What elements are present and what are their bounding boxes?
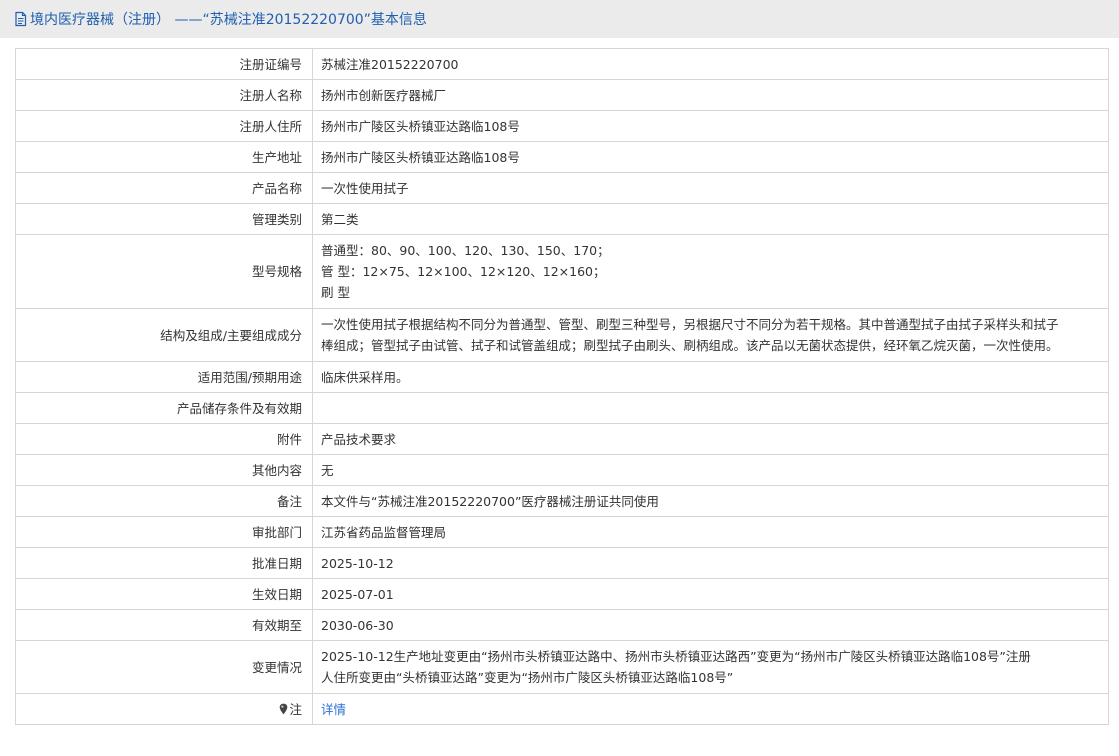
table-row: 产品名称 一次性使用拭子: [15, 172, 1109, 204]
row-value: 无: [312, 454, 1109, 486]
page-title: 境内医疗器械（注册） ——“苏械注准20152220700”基本信息: [30, 12, 427, 28]
info-table-container: 注册证编号 苏械注准20152220700 注册人名称 扬州市创新医疗器械厂 注…: [15, 48, 1109, 725]
table-row: 管理类别 第二类: [15, 203, 1109, 235]
row-label: 批准日期: [15, 547, 313, 579]
row-label: 结构及组成/主要组成成分: [15, 308, 313, 362]
row-value: 扬州市广陵区头桥镇亚达路临108号: [312, 110, 1109, 142]
row-value: 江苏省药品监督管理局: [312, 516, 1109, 548]
table-row: 批准日期 2025-10-12: [15, 547, 1109, 579]
row-value: 产品技术要求: [312, 423, 1109, 455]
row-label: 备注: [15, 485, 313, 517]
table-row: 注 详情: [15, 693, 1109, 725]
table-row: 注册证编号 苏械注准20152220700: [15, 48, 1109, 80]
row-value: 2025-07-01: [312, 578, 1109, 610]
row-value: 苏械注准20152220700: [312, 48, 1109, 80]
row-value: 扬州市创新医疗器械厂: [312, 79, 1109, 111]
table-row: 有效期至 2030-06-30: [15, 609, 1109, 641]
document-icon: [14, 11, 28, 27]
table-row: 型号规格 普通型：80、90、100、120、130、150、170； 管 型：…: [15, 234, 1109, 309]
spec-line: 普通型：80、90、100、120、130、150、170；: [321, 243, 610, 258]
table-row: 生产地址 扬州市广陵区头桥镇亚达路临108号: [15, 141, 1109, 173]
row-label: 注册人住所: [15, 110, 313, 142]
row-label: 适用范围/预期用途: [15, 361, 313, 393]
row-label: 产品储存条件及有效期: [15, 392, 313, 424]
row-label: 生效日期: [15, 578, 313, 610]
row-value: [312, 392, 1109, 424]
table-row: 注册人名称 扬州市创新医疗器械厂: [15, 79, 1109, 111]
row-label: 变更情况: [15, 640, 313, 694]
table-row: 结构及组成/主要组成成分 一次性使用拭子根据结构不同分为普通型、管型、刷型三种型…: [15, 308, 1109, 362]
location-pin-icon: [279, 700, 288, 714]
row-label: 其他内容: [15, 454, 313, 486]
table-row: 产品储存条件及有效期: [15, 392, 1109, 424]
row-label: 注册人名称: [15, 79, 313, 111]
info-table: 注册证编号 苏械注准20152220700 注册人名称 扬州市创新医疗器械厂 注…: [15, 48, 1109, 725]
change-line: 2025-10-12生产地址变更由“扬州市头桥镇亚达路中、扬州市头桥镇亚达路西”…: [321, 649, 1031, 664]
detail-link[interactable]: 详情: [321, 702, 346, 717]
row-label: 附件: [15, 423, 313, 455]
table-row: 审批部门 江苏省药品监督管理局: [15, 516, 1109, 548]
row-value: 本文件与“苏械注准20152220700”医疗器械注册证共同使用: [312, 485, 1109, 517]
row-value: 详情: [312, 693, 1109, 725]
row-label: 审批部门: [15, 516, 313, 548]
note-label: 注: [15, 693, 313, 725]
row-value: 一次性使用拭子: [312, 172, 1109, 204]
row-value: 一次性使用拭子根据结构不同分为普通型、管型、刷型三种型号，另根据尺寸不同分为若干…: [312, 308, 1109, 362]
row-value: 普通型：80、90、100、120、130、150、170； 管 型：12×75…: [312, 234, 1109, 309]
spec-line: 管 型：12×75、12×100、12×120、12×160；: [321, 264, 606, 279]
row-value: 扬州市广陵区头桥镇亚达路临108号: [312, 141, 1109, 173]
row-label: 型号规格: [15, 234, 313, 309]
table-row: 附件 产品技术要求: [15, 423, 1109, 455]
row-label: 有效期至: [15, 609, 313, 641]
note-label-text: 注: [289, 701, 302, 717]
table-row: 其他内容 无: [15, 454, 1109, 486]
table-row: 备注 本文件与“苏械注准20152220700”医疗器械注册证共同使用: [15, 485, 1109, 517]
table-row: 生效日期 2025-07-01: [15, 578, 1109, 610]
row-value: 2025-10-12生产地址变更由“扬州市头桥镇亚达路中、扬州市头桥镇亚达路西”…: [312, 640, 1109, 694]
row-label: 产品名称: [15, 172, 313, 204]
composition-line: 一次性使用拭子根据结构不同分为普通型、管型、刷型三种型号，另根据尺寸不同分为若干…: [321, 317, 1059, 332]
change-line: 人住所变更由“头桥镇亚达路”变更为“扬州市广陵区头桥镇亚达路临108号”: [321, 670, 734, 685]
table-row: 注册人住所 扬州市广陵区头桥镇亚达路临108号: [15, 110, 1109, 142]
table-row: 变更情况 2025-10-12生产地址变更由“扬州市头桥镇亚达路中、扬州市头桥镇…: [15, 640, 1109, 694]
row-label: 注册证编号: [15, 48, 313, 80]
row-label: 管理类别: [15, 203, 313, 235]
row-value: 第二类: [312, 203, 1109, 235]
spec-line: 刷 型: [321, 285, 350, 300]
row-label: 生产地址: [15, 141, 313, 173]
composition-line: 棒组成；管型拭子由试管、拭子和试管盖组成；刷型拭子由刷头、刷柄组成。该产品以无菌…: [321, 338, 1059, 353]
page-header: 境内医疗器械（注册） ——“苏械注准20152220700”基本信息: [0, 0, 1119, 38]
row-value: 临床供采样用。: [312, 361, 1109, 393]
row-value: 2025-10-12: [312, 547, 1109, 579]
row-value: 2030-06-30: [312, 609, 1109, 641]
table-row: 适用范围/预期用途 临床供采样用。: [15, 361, 1109, 393]
